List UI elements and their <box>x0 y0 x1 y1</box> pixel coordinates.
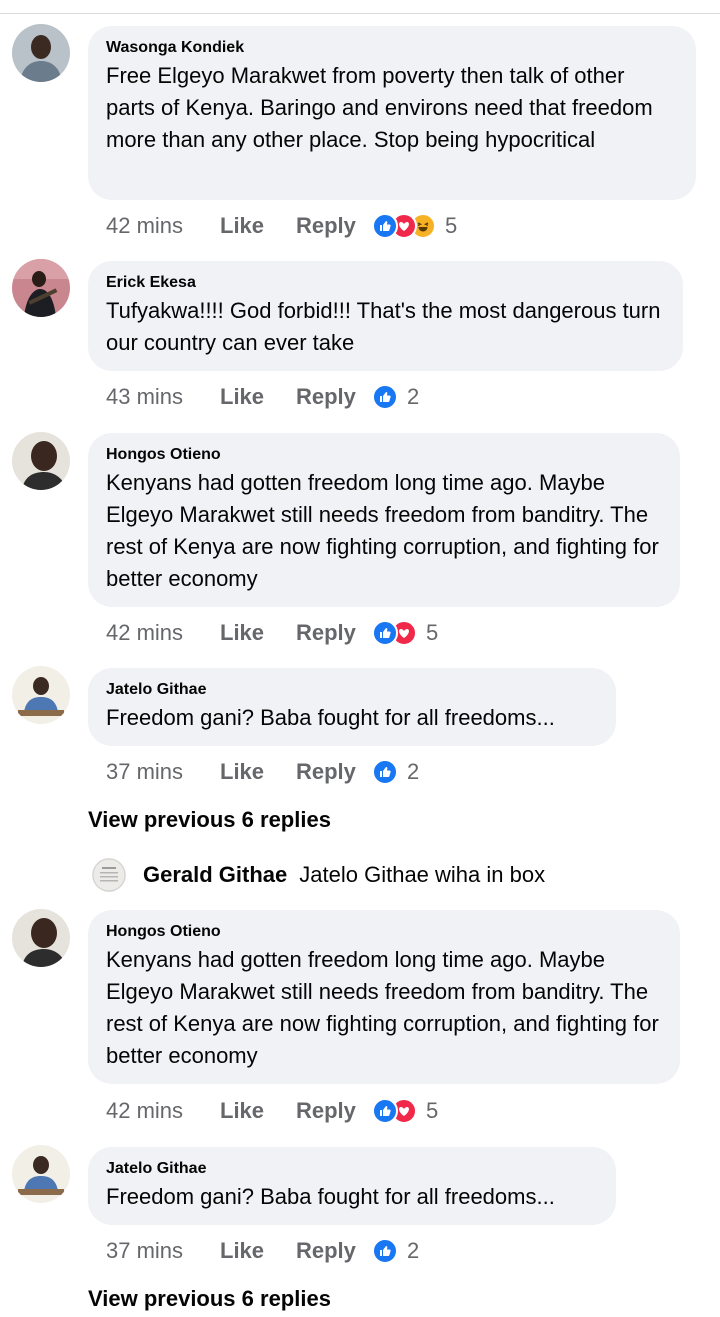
like-button[interactable]: Like <box>220 759 296 785</box>
thumbs-up-icon <box>372 1098 398 1124</box>
comment-actions: 37 mins Like Reply 2 <box>106 757 419 787</box>
comment-actions: 43 mins Like Reply 2 <box>106 382 419 412</box>
thumbs-up-icon <box>372 759 398 785</box>
reply-button[interactable]: Reply <box>296 620 372 646</box>
comment-time[interactable]: 42 mins <box>106 620 220 646</box>
reaction-count: 5 <box>445 213 458 238</box>
thumbs-up-icon <box>372 384 398 410</box>
comment-author[interactable]: Jatelo Githae <box>106 1159 598 1179</box>
man-at-desk-icon <box>12 1145 70 1203</box>
man-portrait-icon <box>12 24 70 82</box>
reaction-count: 2 <box>407 1238 420 1263</box>
reactions[interactable] <box>372 759 398 785</box>
comment-text: Kenyans had gotten freedom long time ago… <box>106 470 659 591</box>
comment-time[interactable]: 37 mins <box>106 759 220 785</box>
reaction-count: 2 <box>407 384 420 409</box>
comment-author[interactable]: Wasonga Kondiek <box>106 38 678 58</box>
comment-text: Kenyans had gotten freedom long time ago… <box>106 947 659 1068</box>
comment-bubble: Jatelo Githae Freedom gani? Baba fought … <box>88 668 616 746</box>
reply-button[interactable]: Reply <box>296 1238 372 1264</box>
like-button[interactable]: Like <box>220 1098 296 1124</box>
comment-text: Free Elgeyo Marakwet from poverty then t… <box>106 63 653 152</box>
avatar[interactable] <box>12 909 70 967</box>
reactions[interactable] <box>372 620 417 646</box>
comment-text: Freedom gani? Baba fought for all freedo… <box>106 1184 555 1209</box>
reactions[interactable] <box>372 213 436 239</box>
avatar[interactable] <box>12 666 70 724</box>
comment-actions: 42 mins Like Reply 5 <box>106 1096 438 1126</box>
comment-author[interactable]: Erick Ekesa <box>106 273 665 293</box>
comment-bubble: Wasonga Kondiek Free Elgeyo Marakwet fro… <box>88 26 696 200</box>
comment-time[interactable]: 37 mins <box>106 1238 220 1264</box>
reactions[interactable] <box>372 1098 417 1124</box>
comment-time[interactable]: 42 mins <box>106 213 220 239</box>
thumbs-up-icon <box>372 1238 398 1264</box>
reaction-count: 5 <box>426 1098 439 1123</box>
avatar[interactable] <box>12 24 70 82</box>
comment-author[interactable]: Jatelo Githae <box>106 680 598 700</box>
like-button[interactable]: Like <box>220 213 296 239</box>
comment-time[interactable]: 42 mins <box>106 1098 220 1124</box>
comment-time[interactable]: 43 mins <box>106 384 220 410</box>
guitarist-portrait-icon <box>12 259 70 317</box>
like-button[interactable]: Like <box>220 1238 296 1264</box>
reaction-count: 5 <box>426 620 439 645</box>
avatar[interactable] <box>92 858 126 892</box>
reply-text: Jatelo Githae wiha in box <box>299 862 546 887</box>
avatar[interactable] <box>12 432 70 490</box>
reply-author[interactable]: Gerald Githae <box>143 862 287 888</box>
comment-actions: 42 mins Like Reply 5 <box>106 211 457 241</box>
comment-text: Tufyakwa!!!! God forbid!!! That's the mo… <box>106 298 661 355</box>
man-at-desk-icon <box>12 666 70 724</box>
comment-author[interactable]: Hongos Otieno <box>106 922 662 942</box>
view-previous-replies-link[interactable]: View previous 6 replies <box>88 1286 331 1312</box>
comment-actions: 37 mins Like Reply 2 <box>106 1236 419 1266</box>
view-previous-replies-link[interactable]: View previous 6 replies <box>88 807 331 833</box>
comment-text: Freedom gani? Baba fought for all freedo… <box>106 705 555 730</box>
avatar[interactable] <box>12 259 70 317</box>
document-avatar-icon <box>92 858 126 892</box>
comment-bubble: Jatelo Githae Freedom gani? Baba fought … <box>88 1147 616 1225</box>
comment-bubble: Hongos Otieno Kenyans had gotten freedom… <box>88 910 680 1084</box>
reply-button[interactable]: Reply <box>296 1098 372 1124</box>
comment-actions: 42 mins Like Reply 5 <box>106 618 438 648</box>
man-portrait-icon <box>12 432 70 490</box>
thumbs-up-icon <box>372 213 398 239</box>
avatar[interactable] <box>12 1145 70 1203</box>
comment-author[interactable]: Hongos Otieno <box>106 445 662 465</box>
like-button[interactable]: Like <box>220 620 296 646</box>
reply-button[interactable]: Reply <box>296 384 372 410</box>
reply-button[interactable]: Reply <box>296 213 372 239</box>
reply-button[interactable]: Reply <box>296 759 372 785</box>
reactions[interactable] <box>372 384 398 410</box>
man-portrait-icon <box>12 909 70 967</box>
thumbs-up-icon <box>372 620 398 646</box>
nested-reply[interactable]: Gerald Githae Jatelo Githae wiha in box <box>92 857 545 893</box>
reactions[interactable] <box>372 1238 398 1264</box>
reaction-count: 2 <box>407 759 420 784</box>
comment-bubble: Erick Ekesa Tufyakwa!!!! God forbid!!! T… <box>88 261 683 371</box>
comment-bubble: Hongos Otieno Kenyans had gotten freedom… <box>88 433 680 607</box>
like-button[interactable]: Like <box>220 384 296 410</box>
top-divider <box>0 13 720 14</box>
